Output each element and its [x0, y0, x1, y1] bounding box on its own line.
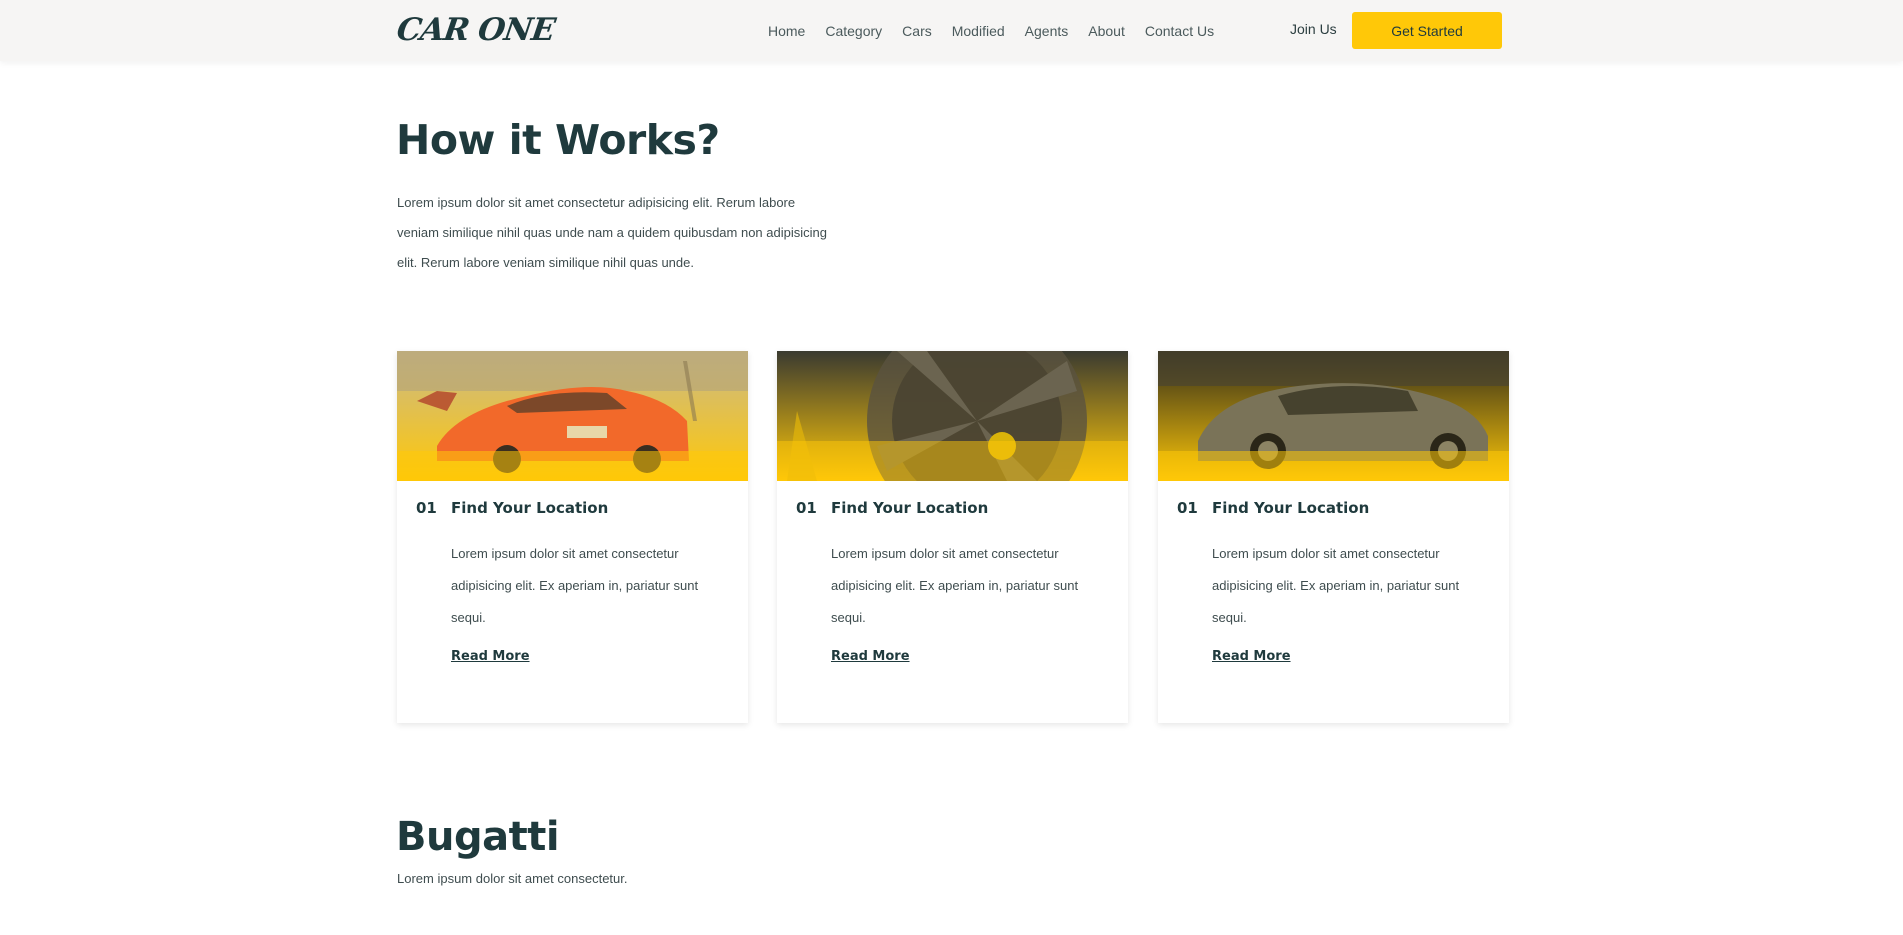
- top-navbar: CAR ONE Home Category Cars Modified Agen…: [0, 0, 1903, 61]
- card-step-number: 01: [796, 499, 817, 517]
- step-card: 01 Find Your Location Lorem ipsum dolor …: [777, 351, 1128, 723]
- read-more-link[interactable]: Read More: [831, 649, 910, 664]
- how-it-works-description: Lorem ipsum dolor sit amet consectetur a…: [397, 195, 827, 270]
- card-image-car-wheel-closeup: [777, 351, 1128, 481]
- card-title: Find Your Location: [451, 499, 609, 517]
- bugatti-description: Lorem ipsum dolor sit amet consectetur.: [397, 871, 628, 886]
- nav-link-agents[interactable]: Agents: [1025, 23, 1069, 39]
- read-more-link[interactable]: Read More: [1212, 649, 1291, 664]
- how-it-works-title: How it Works?: [396, 116, 720, 164]
- nav-link-about[interactable]: About: [1088, 23, 1125, 39]
- join-us-link[interactable]: Join Us: [1290, 21, 1337, 37]
- nav-link-category[interactable]: Category: [825, 23, 882, 39]
- card-step-number: 01: [1177, 499, 1198, 517]
- card-text: Lorem ipsum dolor sit amet consectetur a…: [451, 546, 699, 625]
- bugatti-title: Bugatti: [396, 814, 560, 860]
- card-text: Lorem ipsum dolor sit amet consectetur a…: [831, 546, 1079, 625]
- card-text: Lorem ipsum dolor sit amet consectetur a…: [1212, 546, 1460, 625]
- how-it-works-cards: 01 Find Your Location Lorem ipsum dolor …: [397, 351, 1509, 723]
- card-title: Find Your Location: [1212, 499, 1370, 517]
- nav-link-contact-us[interactable]: Contact Us: [1145, 23, 1214, 39]
- nav-link-cars[interactable]: Cars: [902, 23, 932, 39]
- logo[interactable]: CAR ONE: [394, 12, 556, 48]
- nav-link-modified[interactable]: Modified: [952, 23, 1005, 39]
- main-nav: Home Category Cars Modified Agents About…: [768, 23, 1234, 39]
- card-step-number: 01: [416, 499, 437, 517]
- step-card: 01 Find Your Location Lorem ipsum dolor …: [1158, 351, 1509, 723]
- card-image-orange-sports-car: [397, 351, 748, 481]
- card-title: Find Your Location: [831, 499, 989, 517]
- card-image-dark-grand-tourer: [1158, 351, 1509, 481]
- nav-link-home[interactable]: Home: [768, 23, 805, 39]
- step-card: 01 Find Your Location Lorem ipsum dolor …: [397, 351, 748, 723]
- get-started-button[interactable]: Get Started: [1352, 12, 1502, 49]
- read-more-link[interactable]: Read More: [451, 649, 530, 664]
